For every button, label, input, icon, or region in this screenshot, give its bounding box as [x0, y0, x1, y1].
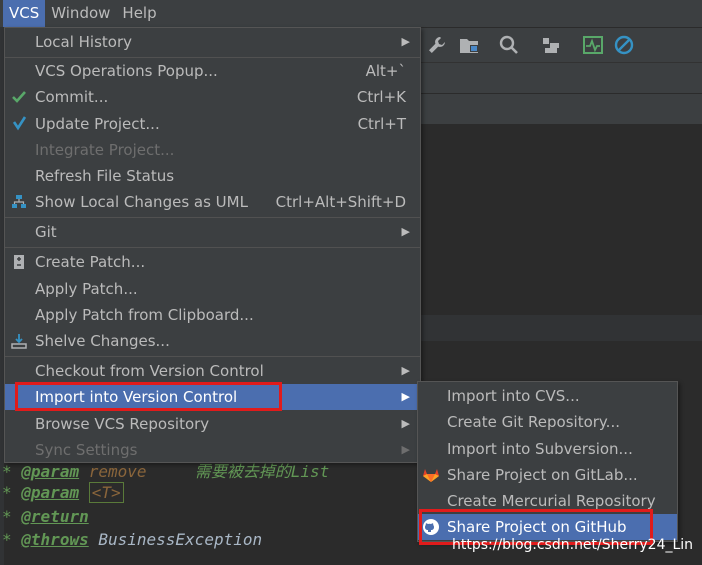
uml-diagram-icon: [12, 195, 26, 208]
code-line-return: * @return: [2, 507, 89, 526]
editor-area[interactable]: [418, 125, 702, 315]
main-toolbar: [418, 28, 702, 63]
checkmark-icon: [12, 91, 26, 103]
shelve-icon: [11, 334, 27, 349]
menu-item-integrate-project: Integrate Project...: [35, 141, 175, 159]
stop-icon[interactable]: [613, 34, 635, 56]
wrench-icon[interactable]: [426, 34, 448, 56]
menu-item-checkout-from-vc[interactable]: Checkout from Version Control ▶: [5, 358, 420, 384]
submenu-item-create-git-repository[interactable]: Create Git Repository...: [418, 409, 677, 435]
code-line-param-generic: * @param <T>: [2, 482, 124, 503]
menu-item-apply-patch[interactable]: Apply Patch...: [5, 276, 420, 302]
menu-item-local-history[interactable]: Local History ▶: [5, 29, 420, 55]
sdk-manager-icon[interactable]: [539, 34, 561, 56]
submenu-item-share-gitlab[interactable]: Share Project on GitLab...: [418, 462, 677, 488]
submenu-arrow-icon: ▶: [401, 364, 410, 377]
editor-tab-bar: [418, 94, 702, 124]
menu-help[interactable]: Help: [116, 0, 162, 27]
search-icon[interactable]: [498, 34, 520, 56]
menu-item-update-project[interactable]: Update Project... Ctrl+T: [5, 111, 420, 137]
menu-item-create-patch[interactable]: Create Patch...: [5, 249, 420, 275]
submenu-item-import-subversion[interactable]: Import into Subversion...: [418, 436, 677, 462]
menu-window[interactable]: Window: [45, 0, 116, 27]
code-line-throws: * @throws BusinessException: [2, 530, 263, 549]
menu-item-browse-vcs-repository[interactable]: Browse VCS Repository ▶: [5, 411, 420, 437]
highlight-box-import: [15, 382, 282, 411]
menu-item-refresh-file-status[interactable]: Refresh File Status: [5, 163, 420, 189]
submenu-arrow-icon: ▶: [401, 225, 410, 238]
menu-separator: [5, 247, 420, 248]
submenu-arrow-icon: ▶: [401, 417, 410, 430]
menu-bar: VCS Window Help: [0, 0, 702, 27]
menu-item-commit[interactable]: Commit... Ctrl+K: [5, 84, 420, 110]
menu-item-shelve-changes[interactable]: Shelve Changes...: [5, 328, 420, 354]
menu-item-vcs-operations-popup[interactable]: VCS Operations Popup... Alt+`: [5, 58, 420, 84]
editor-divider: [418, 315, 702, 341]
submenu-arrow-icon: ▶: [401, 390, 410, 403]
submenu-item-import-cvs[interactable]: Import into CVS...: [418, 383, 677, 409]
menu-item-apply-patch-clipboard[interactable]: Apply Patch from Clipboard...: [5, 302, 420, 328]
menu-separator: [5, 356, 420, 357]
menu-vcs[interactable]: VCS: [3, 0, 46, 27]
activity-monitor-icon[interactable]: [582, 34, 604, 56]
project-structure-icon[interactable]: [458, 34, 480, 56]
patch-icon: [14, 255, 24, 269]
update-arrow-icon: [12, 116, 27, 131]
menu-item-show-local-changes-uml[interactable]: Show Local Changes as UML Ctrl+Alt+Shift+…: [5, 189, 420, 215]
menu-item-git[interactable]: Git ▶: [5, 219, 420, 245]
submenu-arrow-icon: ▶: [401, 35, 410, 48]
menu-item-sync-settings: Sync Settings ▶: [5, 437, 420, 463]
navigation-bar: [418, 63, 702, 94]
submenu-arrow-icon: ▶: [401, 443, 410, 456]
gitlab-icon: [423, 469, 439, 482]
watermark-text: https://blog.csdn.net/Sherry24_Lin: [452, 537, 694, 553]
menu-separator: [5, 217, 420, 218]
